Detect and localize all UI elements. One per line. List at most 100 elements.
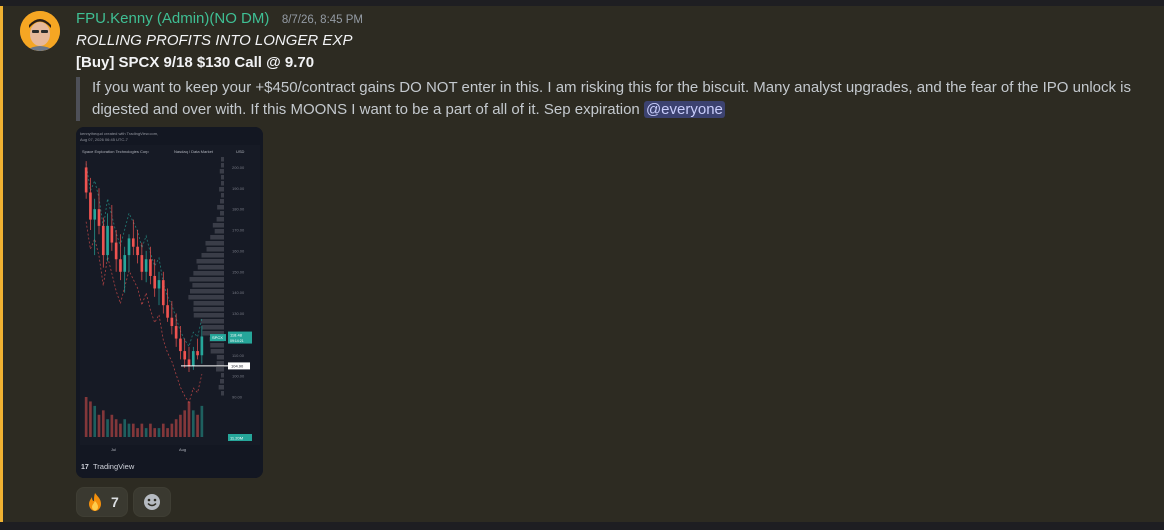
candle-body	[101, 225, 105, 256]
volume-profile-bar	[188, 295, 224, 300]
volume-bar	[183, 410, 187, 437]
volume-profile-bar	[193, 271, 224, 276]
volume-profile-bar	[192, 283, 224, 288]
candle-body	[170, 317, 174, 327]
everyone-mention[interactable]: @everyone	[643, 101, 725, 118]
quote-text: If you want to keep your +$450/contract …	[92, 79, 1131, 118]
candle-body	[144, 259, 148, 272]
volume-profile-bar	[220, 379, 224, 384]
symbol-title: Space Exploration Technologies Corp	[82, 149, 149, 154]
price-tick-label: 100.00	[232, 374, 245, 379]
volume-bar	[131, 423, 135, 437]
volume-profile-bar	[216, 355, 224, 360]
volume-bar	[157, 428, 161, 437]
timestamp: 8/7/26, 8:45 PM	[281, 14, 364, 26]
volume-profile-bar	[216, 367, 224, 372]
add-reaction-icon	[143, 494, 160, 510]
avatar[interactable]	[20, 11, 60, 51]
volume-profile-bar	[219, 169, 224, 174]
candle-body	[84, 167, 88, 193]
volume-bar	[110, 414, 114, 437]
candle-body	[174, 326, 178, 339]
message-line-1: ROLLING PROFITS INTO LONGER EXP	[76, 32, 353, 49]
reaction-count: 7	[111, 494, 119, 510]
candle-body	[110, 225, 114, 243]
support-price: 104.90	[231, 363, 244, 368]
price-tick-label: 150.00	[232, 269, 245, 274]
volume-bar	[179, 414, 182, 437]
fire-emoji-icon	[89, 493, 101, 511]
currency-label: USD	[236, 149, 245, 154]
volume-bar	[170, 423, 174, 437]
candle-body	[179, 338, 182, 352]
candle-body	[136, 246, 139, 256]
tradingview-brand: TradingView	[93, 462, 135, 471]
volume-profile-bar	[205, 241, 224, 246]
volume-profile-bar	[190, 289, 224, 294]
volume-bar	[101, 410, 105, 437]
volume-profile-bar	[216, 361, 224, 366]
volume-profile-bar	[221, 193, 224, 198]
volume-profile-bar	[189, 277, 224, 282]
candle-body	[114, 242, 118, 260]
candle-body	[149, 259, 152, 276]
volume-bar	[174, 419, 178, 437]
price-tick-label: 90.00	[232, 395, 243, 400]
volume-bar	[187, 401, 191, 437]
volume-bar	[153, 428, 157, 437]
volume-profile-bar	[193, 307, 224, 312]
volume-profile-bar	[201, 325, 224, 330]
volume-profile-bar	[221, 181, 224, 186]
volume-bar	[149, 423, 152, 437]
candle-body	[97, 209, 101, 226]
x-label-aug: Aug	[179, 447, 186, 452]
x-label-jul: Jul	[111, 447, 116, 452]
candle-body	[157, 280, 161, 289]
price-tick-label: 180.00	[232, 207, 245, 212]
tradingview-logo-icon: 17	[81, 464, 89, 471]
volume-profile-bar	[214, 229, 224, 234]
divider	[0, 522, 1164, 530]
volume-profile-bar	[193, 313, 224, 318]
volume-profile-bar	[206, 247, 224, 252]
volume-bar	[127, 423, 131, 437]
price-tick-label: 200.00	[232, 165, 245, 170]
username[interactable]: FPU.Kenny (Admin)(NO DM)	[76, 10, 269, 27]
volume-bar	[196, 414, 199, 437]
volume-profile-bar	[197, 265, 224, 270]
volume-bar	[123, 419, 127, 437]
volume-bar	[106, 419, 109, 437]
volume-profile-bar	[220, 199, 224, 204]
volume-label: 11.20M	[230, 436, 243, 441]
price-tick-label: 190.00	[232, 186, 245, 191]
candle-body	[166, 305, 169, 318]
reaction-fire[interactable]: 7	[76, 487, 128, 517]
add-reaction-button[interactable]	[132, 487, 171, 517]
data-badge: Nasdaq / Data Market	[174, 149, 214, 154]
candle-body	[191, 351, 195, 366]
price-tick-label: 130.00	[232, 311, 245, 316]
price-tick-label: 110.00	[232, 353, 245, 358]
volume-profile-bar	[221, 163, 224, 168]
chart-image-attachment[interactable]: kennythequd created with TradingView.com…	[76, 127, 263, 478]
candle-body	[106, 225, 109, 256]
candle-body	[196, 351, 199, 356]
volume-profile-bar	[216, 217, 224, 222]
candle-body	[127, 238, 131, 256]
volume-profile-bar	[218, 385, 224, 390]
volume-bar	[200, 405, 204, 437]
candle-body	[183, 351, 187, 360]
volume-profile-bar	[221, 373, 224, 378]
volume-profile-bar	[221, 175, 224, 180]
volume-profile-bar	[201, 253, 224, 258]
volume-bar	[144, 428, 148, 437]
price-tick-label: 160.00	[232, 248, 245, 253]
volume-profile-bar	[193, 301, 224, 306]
tradingview-chart: kennythequd created with TradingView.com…	[76, 127, 263, 478]
volume-profile-bar	[200, 319, 224, 324]
last-price: 118.48	[230, 333, 243, 338]
last-symbol: SPCX	[212, 335, 223, 340]
candle-body	[93, 209, 97, 220]
volume-bar	[166, 428, 169, 437]
volume-bar	[89, 401, 92, 437]
